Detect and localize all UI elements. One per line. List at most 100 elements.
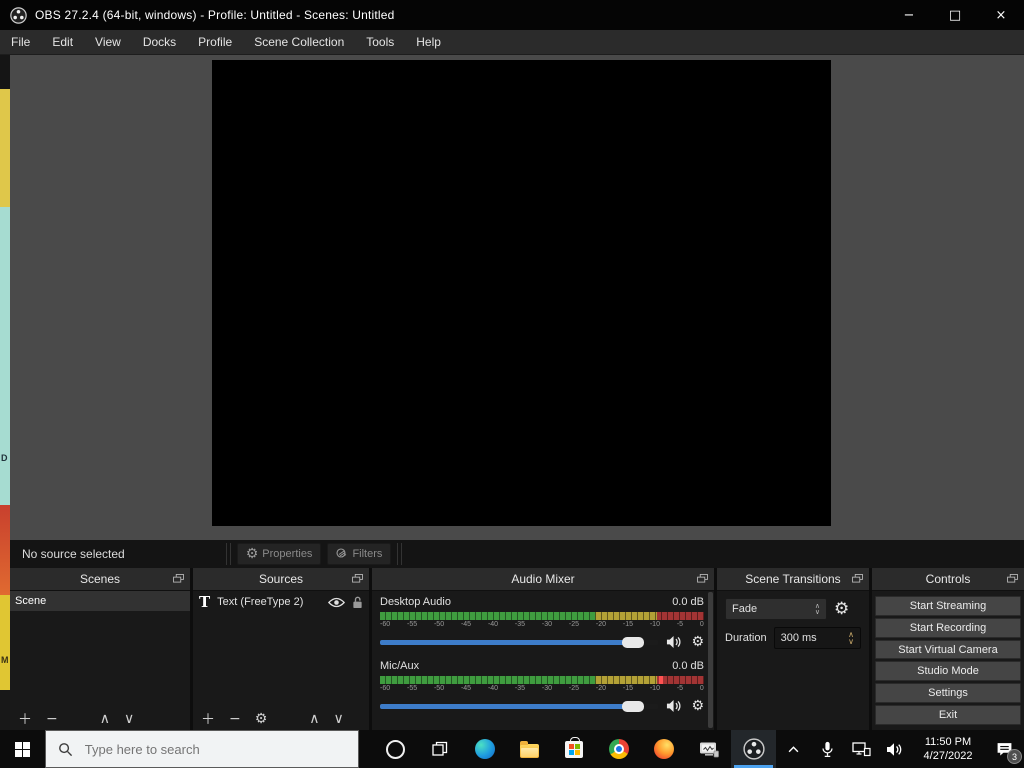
strip-yellow-segment [0,89,10,207]
scenes-toolbar: ＋ − ∧ ∨ [10,708,190,730]
system-tray: 11:50 PM 4/27/2022 3 [776,730,1024,768]
tray-volume-button[interactable] [878,730,912,768]
menu-scene-collection[interactable]: Scene Collection [243,30,355,54]
menu-edit[interactable]: Edit [41,30,84,54]
obs-taskbar-button[interactable] [731,730,776,768]
menu-help[interactable]: Help [405,30,452,54]
source-properties-gear-icon[interactable]: ⚙ [255,711,268,727]
controls-body: Start Streaming Start Recording Start Vi… [872,591,1024,730]
search-input[interactable] [82,740,327,758]
settings-button[interactable]: Settings [875,683,1021,704]
preview-canvas[interactable] [212,60,831,526]
volume-slider[interactable] [380,700,659,712]
mixer-scrollbar[interactable] [708,592,713,728]
dock-popout-icon[interactable] [352,574,363,583]
source-list-item[interactable]: T Text (FreeType 2) [193,591,369,613]
search-icon [58,742,73,757]
dock-separator [397,543,403,565]
unlock-icon[interactable] [352,596,363,609]
sources-title: Sources [258,572,304,586]
tray-network-button[interactable] [844,730,878,768]
sources-toolbar: ＋ − ⚙ ∧ ∨ [193,708,369,730]
start-virtual-camera-button[interactable]: Start Virtual Camera [875,639,1021,660]
scene-transitions-header[interactable]: Scene Transitions [717,568,869,591]
transition-gear-icon[interactable]: ⚙ [834,600,849,618]
studio-mode-button[interactable]: Studio Mode [875,661,1021,682]
source-move-down-button[interactable]: ∨ [334,711,344,727]
dock-popout-icon[interactable] [697,574,708,583]
action-center-button[interactable]: 3 [984,730,1024,768]
scene-move-up-button[interactable]: ∧ [100,711,110,727]
close-button[interactable]: × [978,0,1024,30]
tray-microphone-button[interactable] [810,730,844,768]
chrome-button[interactable] [597,730,642,768]
start-streaming-button[interactable]: Start Streaming [875,596,1021,616]
add-source-button[interactable]: ＋ [201,709,215,729]
scene-transitions-title: Scene Transitions [745,572,841,586]
controls-title: Controls [925,572,971,586]
visibility-eye-icon[interactable] [328,597,345,608]
scenes-title: Scenes [79,572,121,586]
duration-spinbox[interactable]: 300 ms ∧ ∨ [773,627,861,649]
text-source-icon: T [199,593,211,611]
dock-popout-icon[interactable] [852,574,863,583]
start-button[interactable] [0,730,45,768]
taskbar-clock[interactable]: 11:50 PM 4/27/2022 [912,730,984,768]
menu-view[interactable]: View [84,30,132,54]
dock-popout-icon[interactable] [173,574,184,583]
audio-mixer-header[interactable]: Audio Mixer [372,568,714,591]
transition-select[interactable]: Fade ∧ ∨ [725,598,827,620]
filters-button[interactable]: Filters [327,543,392,565]
volume-slider-handle[interactable] [622,636,645,648]
file-explorer-button[interactable] [507,730,552,768]
channel-gear-icon[interactable]: ⚙ [691,699,704,713]
tray-expand-button[interactable] [776,730,810,768]
maximize-button[interactable]: □ [932,0,978,30]
scene-move-down-button[interactable]: ∨ [124,711,134,727]
remove-source-button[interactable]: − [229,711,241,727]
menu-bar: File Edit View Docks Profile Scene Colle… [0,30,1024,55]
menu-profile[interactable]: Profile [187,30,243,54]
speaker-icon[interactable] [666,699,683,713]
channel-gear-icon[interactable]: ⚙ [691,635,704,649]
audio-channel-desktop: Desktop Audio 0.0 dB -60 -55 -50 -45 -40 -35-… [380,596,704,651]
source-status-text: No source selected [22,547,125,561]
strip-yellow2-segment [0,595,10,690]
speaker-icon[interactable] [666,635,683,649]
audio-mixer-body: Desktop Audio 0.0 dB -60 -55 -50 -45 -40 -35-… [372,591,714,730]
source-move-up-button[interactable]: ∧ [309,711,319,727]
window-titlebar: OBS 27.2.4 (64-bit, windows) - Profile: … [0,0,1024,30]
properties-button[interactable]: ⚙ Properties [236,543,322,565]
minimize-button[interactable]: − [886,0,932,30]
task-view-icon [432,741,448,757]
microsoft-store-button[interactable] [552,730,597,768]
windows-taskbar: 11:50 PM 4/27/2022 3 [0,730,1024,768]
source-toolbar: No source selected ⚙ Properties Filters [10,540,1024,568]
controls-panel: Controls Start Streaming Start Recording… [872,568,1024,730]
channel-level: 0.0 dB [672,596,704,608]
scenes-header[interactable]: Scenes [10,568,190,591]
controls-header[interactable]: Controls [872,568,1024,591]
volume-slider[interactable] [380,636,659,648]
channel-name: Mic/Aux [380,660,420,672]
taskbar-search[interactable] [44,730,359,768]
menu-docks[interactable]: Docks [132,30,187,54]
task-view-button[interactable] [418,730,463,768]
scene-list-item[interactable]: Scene [10,591,190,611]
sources-panel: Sources T Text (FreeType 2) ＋ − ⚙ ∧ ∨ [193,568,369,730]
menu-file[interactable]: File [0,30,41,54]
firefox-button[interactable] [642,730,687,768]
remove-scene-button[interactable]: − [46,711,58,727]
media-app-icon [699,741,719,758]
media-app-button[interactable] [686,730,731,768]
cortana-button[interactable] [373,730,418,768]
exit-button[interactable]: Exit [875,705,1021,725]
transition-value: Fade [732,603,758,615]
edge-button[interactable] [463,730,508,768]
add-scene-button[interactable]: ＋ [18,709,32,729]
start-recording-button[interactable]: Start Recording [875,617,1021,638]
volume-slider-handle[interactable] [622,700,645,712]
dock-popout-icon[interactable] [1007,574,1018,583]
menu-tools[interactable]: Tools [355,30,405,54]
sources-header[interactable]: Sources [193,568,369,591]
